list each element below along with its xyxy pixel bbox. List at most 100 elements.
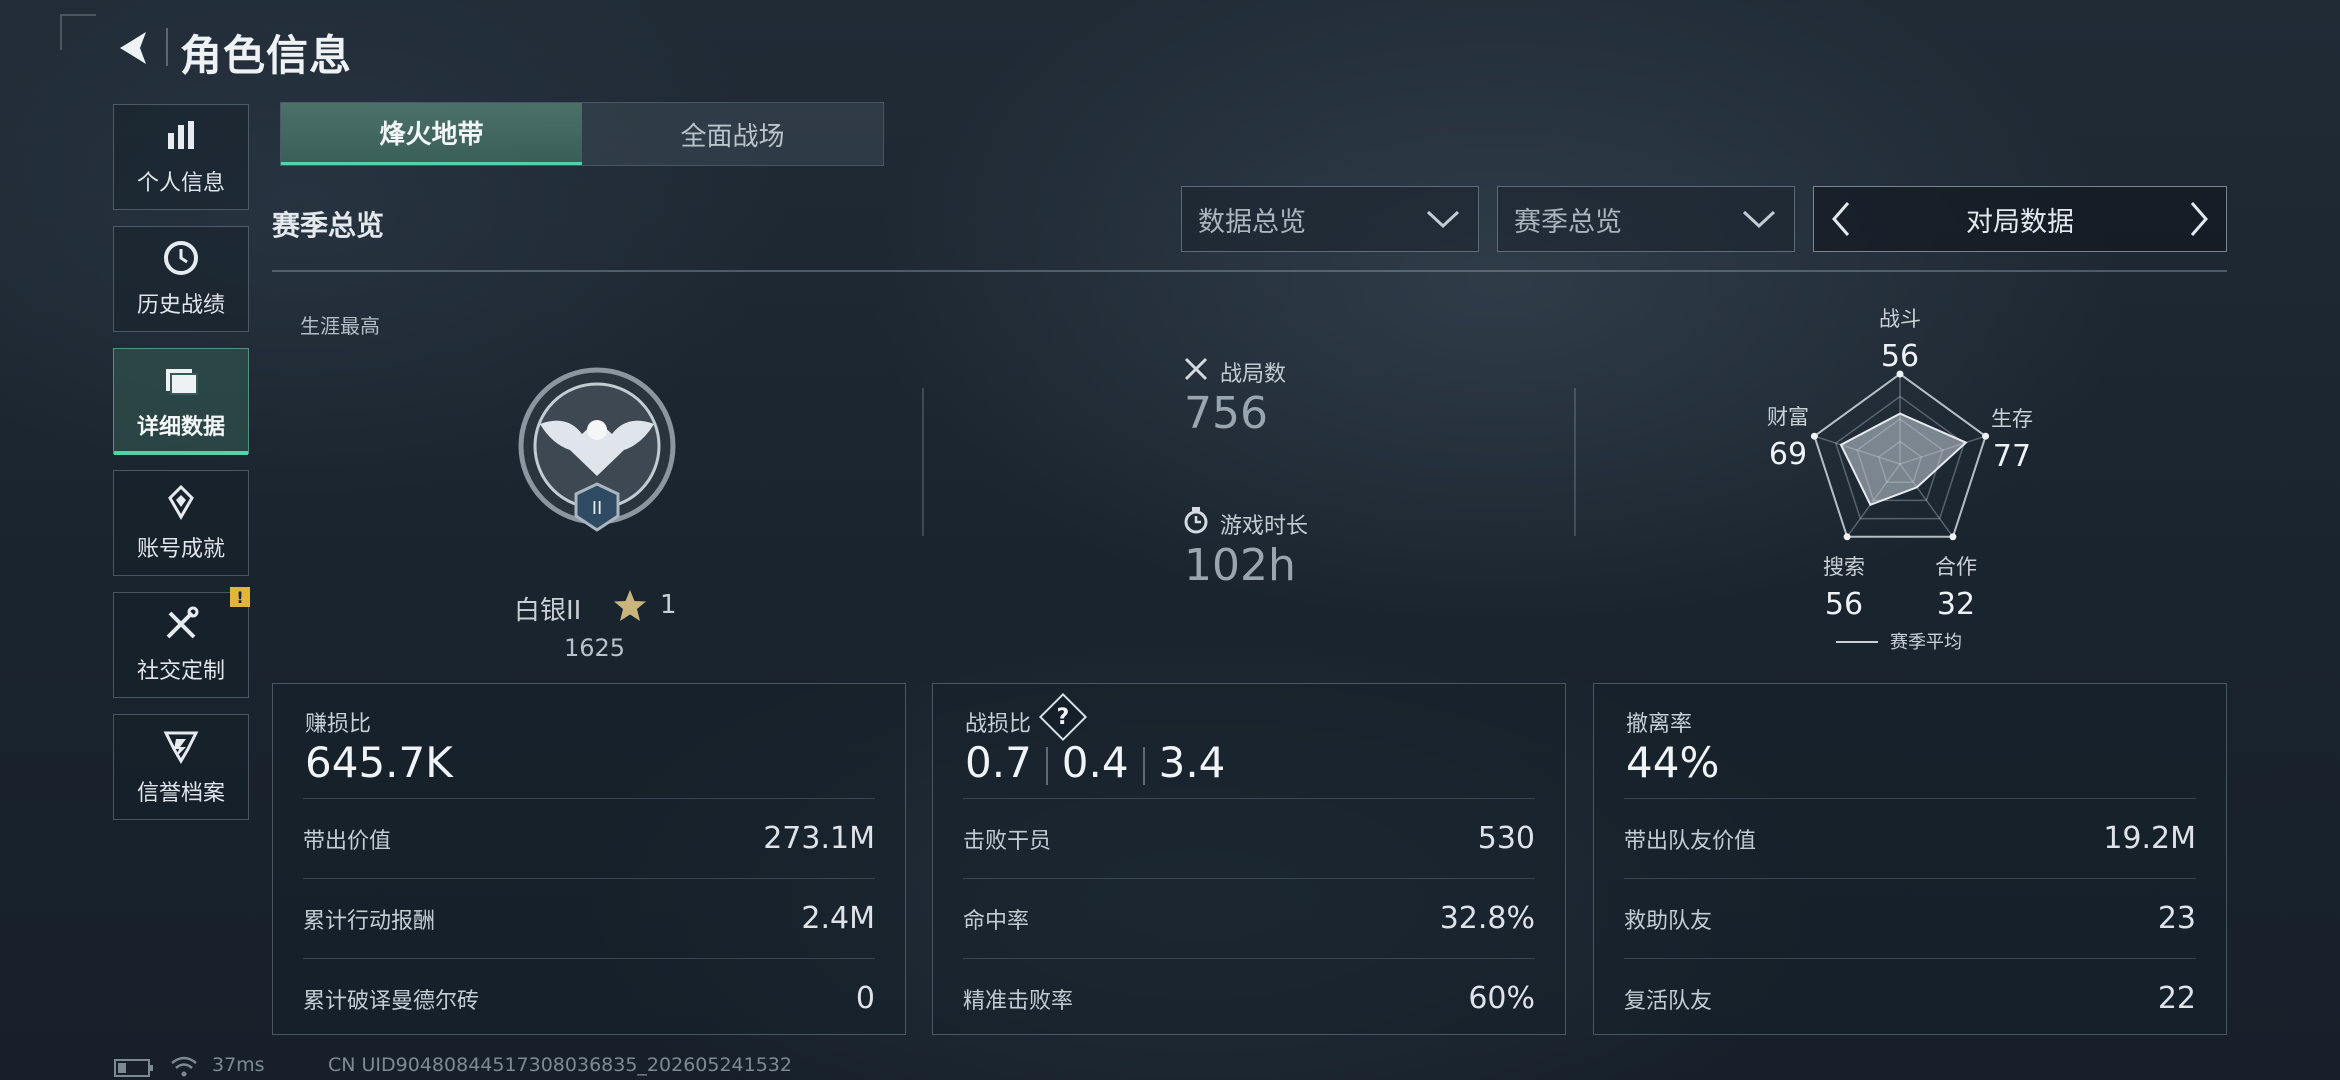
wifi-icon <box>171 1056 197 1077</box>
row-label: 命中率 <box>963 908 1030 934</box>
bar-chart-icon <box>168 121 194 149</box>
card-title: 撤离率 <box>1626 712 1693 737</box>
stat-row: 复活队友 22 <box>1624 958 2196 1038</box>
mode-tabs: 烽火地带 全面战场 <box>280 102 884 166</box>
radar-vertex <box>1843 533 1851 541</box>
tools-icon <box>166 606 199 639</box>
row-label: 救助队友 <box>1624 908 1713 934</box>
pager-label: 对局数据 <box>1966 206 2074 238</box>
match-data-pager: 对局数据 <box>1813 186 2227 252</box>
row-value: 19.2M <box>2103 821 2196 856</box>
chevron-down-icon <box>1742 210 1776 229</box>
profit-card: 赚损比 645.7K 带出价值 273.1M 累计行动报酬 2.4M 累计破译曼… <box>272 683 906 1035</box>
radar-label-teamwork: 合作 <box>1935 555 1977 579</box>
season-dropdown[interactable]: 赛季总览 <box>1497 186 1795 252</box>
row-label: 精准击败率 <box>963 988 1074 1014</box>
row-value: 23 <box>2157 901 2196 936</box>
uid-text: CN UID9048084451730803683​5_202605241532 <box>328 1054 792 1076</box>
row-label: 复活队友 <box>1624 988 1713 1014</box>
stopwatch-icon <box>1184 507 1208 534</box>
sidebar-item-reputation[interactable]: 信誉档案 <box>113 714 249 820</box>
card-title: 赚损比 <box>305 712 372 737</box>
prev-arrow-icon[interactable] <box>1826 199 1856 239</box>
kd-separator <box>1045 746 1048 785</box>
kd-separator <box>1142 746 1145 785</box>
dropdown-value: 数据总览 <box>1198 206 1306 238</box>
chevron-down-icon <box>1426 210 1460 229</box>
sidebar-item-personal-info[interactable]: 个人信息 <box>113 104 249 210</box>
sidebar-item-label: 历史战绩 <box>136 293 225 318</box>
page-title: 角色信息 <box>180 31 353 80</box>
kd-value-3: 3.4 <box>1158 738 1226 787</box>
playtime-label: 游戏时长 <box>1220 514 1309 539</box>
stat-row: 命中率 32.8% <box>963 878 1535 958</box>
combat-card: 战损比 0.7 0.4 3.4 击败干员 530 命中率 32.8% 精准击败率 6… <box>932 683 1566 1035</box>
row-label: 带出价值 <box>303 828 392 854</box>
ability-radar-chart: 战斗 56 生存 77 合作 32 搜索 56 财富 69 赛季平均 <box>1767 307 2033 653</box>
achievement-icon <box>168 484 194 520</box>
clock-icon <box>164 241 198 275</box>
radar-legend: 赛季平均 <box>1890 632 1962 653</box>
shield-icon <box>163 731 199 764</box>
row-value: 0 <box>855 981 875 1016</box>
kd-value-2: 0.4 <box>1061 738 1129 787</box>
ping-text: 37ms <box>212 1054 265 1076</box>
data-overview-dropdown[interactable]: 数据总览 <box>1181 186 1479 252</box>
header-separator <box>166 28 168 66</box>
back-arrow-icon <box>120 32 146 64</box>
star-count: 1 <box>660 590 677 620</box>
radar-value-survival: 77 <box>1993 439 2031 474</box>
sidebar-item-achievements[interactable]: 账号成就 <box>113 470 249 576</box>
back-button[interactable] <box>112 26 156 70</box>
career-best-label: 生涯最高 <box>300 314 380 338</box>
radar-label-search: 搜索 <box>1823 555 1865 579</box>
row-label: 累计破译曼德尔砖 <box>303 988 480 1014</box>
row-value: 60% <box>1468 981 1535 1016</box>
radar-value-teamwork: 32 <box>1937 587 1975 622</box>
dropdown-value: 赛季总览 <box>1514 206 1622 238</box>
card-main-value: 645.7K <box>305 738 453 787</box>
sidebar-item-history[interactable]: 历史战绩 <box>113 226 249 332</box>
radar-vertex <box>1982 432 1990 440</box>
row-value: 273.1M <box>763 821 875 856</box>
stat-row: 带出价值 273.1M <box>303 798 875 878</box>
matches-label: 战局数 <box>1220 362 1287 387</box>
extraction-card: 撤离率 44% 带出队友价值 19.2M 救助队友 23 复活队友 22 <box>1593 683 2227 1035</box>
tab-hazard-zone[interactable]: 烽火地带 <box>281 103 582 165</box>
card-title: 战损比 <box>965 712 1032 737</box>
radar-label-survival: 生存 <box>1991 407 2033 431</box>
sidebar-item-label: 账号成就 <box>136 537 225 562</box>
star-icon <box>614 590 646 621</box>
sidebar-item-social[interactable]: 社交定制 ! <box>113 587 250 698</box>
row-value: 22 <box>2157 981 2196 1016</box>
sidebar-item-label: 个人信息 <box>136 171 225 196</box>
rank-name: 白银II <box>514 596 582 626</box>
matches-value: 756 <box>1184 388 1268 439</box>
rank-score: 1625 <box>564 634 626 662</box>
crossed-swords-icon <box>1184 357 1208 381</box>
radar-label-wealth: 财富 <box>1767 405 1809 429</box>
radar-vertex <box>1810 432 1818 440</box>
stat-row: 救助队友 23 <box>1624 878 2196 958</box>
radar-value-combat: 56 <box>1881 339 1919 374</box>
sidebar-item-label: 社交定制 <box>136 659 225 684</box>
row-label: 累计行动报酬 <box>303 908 436 934</box>
sidebar-item-detailed-data[interactable]: 详细数据 <box>113 348 249 455</box>
row-value: 530 <box>1477 821 1535 856</box>
overview-separator <box>1574 388 1576 536</box>
radar-shape <box>1839 412 1968 507</box>
tab-full-battlefield[interactable]: 全面战场 <box>582 103 883 165</box>
playtime-value: 102h <box>1184 540 1296 591</box>
kd-values: 0.7 0.4 3.4 <box>965 738 1225 787</box>
folder-icon <box>166 369 198 395</box>
row-label: 击败干员 <box>963 828 1052 854</box>
next-arrow-icon[interactable] <box>2184 199 2214 239</box>
stat-row: 带出队友价值 19.2M <box>1624 798 2196 878</box>
row-value: 32.8% <box>1439 901 1535 936</box>
row-value: 2.4M <box>801 901 875 936</box>
sidebar-item-label: 信誉档案 <box>136 781 225 806</box>
radar-label-combat: 战斗 <box>1879 307 1921 331</box>
stat-row: 击败干员 530 <box>963 798 1535 878</box>
radar-value-search: 56 <box>1825 587 1863 622</box>
section-divider <box>272 270 2227 272</box>
